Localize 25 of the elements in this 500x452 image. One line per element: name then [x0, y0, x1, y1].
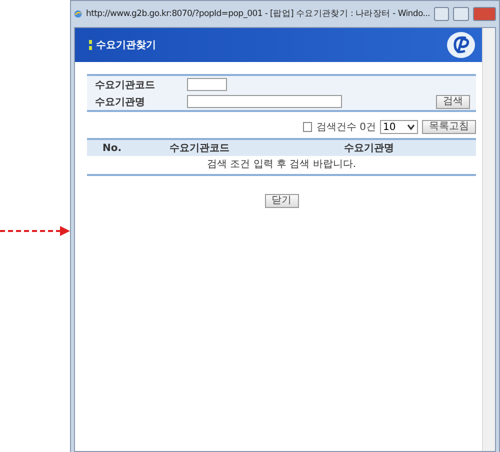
close-page-button[interactable]: 닫기 [264, 194, 298, 208]
dashed-arrow [0, 224, 70, 238]
column-header: No. [101, 142, 123, 154]
close-button[interactable] [472, 7, 496, 21]
result-count: 검색건수 0건 [316, 121, 376, 134]
input-field[interactable] [187, 78, 227, 91]
browser-icon [74, 8, 82, 20]
bullet-icon [89, 40, 92, 50]
refresh-button[interactable]: 목록고침 [422, 120, 476, 134]
field-label: 수요기관코드 [94, 78, 156, 92]
page-size-select[interactable]: 10 [380, 120, 418, 134]
empty-message: 검색 조건 입력 후 검색 바랍니다. [206, 158, 358, 172]
document-icon [303, 122, 312, 132]
page-title: 수요기관찾기 [96, 39, 156, 52]
input-field[interactable] [187, 95, 342, 108]
field-label: 수요기관명 [94, 96, 146, 108]
scrollbar[interactable] [482, 28, 495, 451]
window-title: http://www.g2b.go.kr:8070/?popId=pop_001 - [팝업] 수요기관찾기 : 나라장터 - Windo... [86, 8, 430, 20]
search-button[interactable]: 검색 [436, 94, 470, 108]
chevron-icon [407, 124, 415, 130]
column-header: 수요기관코드 [168, 142, 230, 155]
logo-icon [446, 31, 476, 59]
column-header: 수요기관명 [343, 142, 395, 155]
minimize-button[interactable] [434, 7, 450, 21]
maximize-button[interactable] [453, 7, 469, 21]
